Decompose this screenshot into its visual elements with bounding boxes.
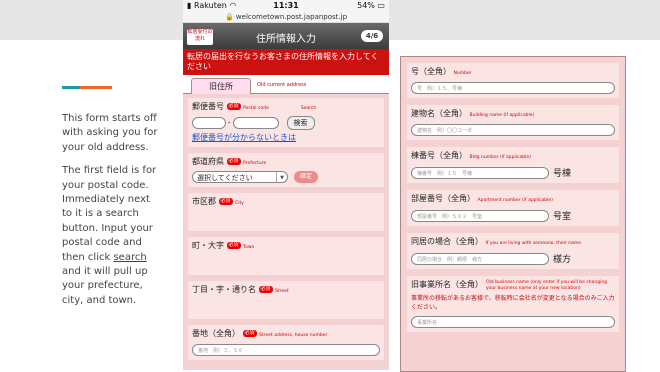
instruction-banner: 転居の届出を行なうお客さまの住所情報を入力してください [183, 49, 389, 75]
phone-screen-right: 号（全角） Number 号 例）１５、号棟 建物名（全角） Building … [400, 40, 626, 372]
building-label: 建物名（全角） [411, 109, 467, 118]
room-input[interactable]: 部屋番号 例）５０２ 号室 [411, 209, 549, 222]
postal-code-section: 郵便番号 必須 Postal code Search - 検索 郵便番号が分からな… [188, 98, 384, 147]
tab-old-address[interactable]: 旧住所 [191, 78, 251, 94]
url-text: welcometown.post.japanpost.jp [235, 13, 348, 21]
bldg-number-en: Bldg number (if applicable) [469, 155, 531, 160]
go-section: 号（全角） Number 号 例）１５、号棟 [407, 63, 619, 98]
postal-code-en: Postal code [243, 106, 269, 111]
narrative-text: This form starts off with asking you for… [62, 112, 162, 317]
required-badge: 必須 [226, 158, 241, 165]
required-badge: 必須 [226, 242, 241, 249]
old-address-form-continued: 号（全角） Number 号 例）１５、号棟 建物名（全角） Building … [400, 56, 626, 372]
banchi-label: 番地（全角） [192, 329, 240, 338]
street-label: 丁目・字・通り名 [192, 285, 256, 294]
town-en: Town [243, 245, 255, 250]
confirm-button[interactable]: 確定 [294, 171, 318, 183]
street-en: Street [275, 289, 289, 294]
building-section: 建物名（全角） Building name (if applicable) 建物… [407, 105, 619, 140]
care-of-suffix: 様方 [553, 255, 572, 265]
postal-code-field-2[interactable] [232, 117, 279, 129]
status-bar: ▮ Rakuten ◠ 11:31 54% ▭ [183, 0, 389, 12]
town-section: 町・大字 必須 Town [188, 237, 384, 275]
street-section: 丁目・字・通り名 必須 Street [188, 281, 384, 319]
narrative-paragraph-1: This form starts off with asking you for… [62, 113, 158, 153]
phone-screen-left: ▮ Rakuten ◠ 11:31 54% ▭ 🔒 welcometown.po… [183, 0, 389, 372]
required-badge: 必須 [258, 286, 273, 293]
care-of-label: 同居の場合（全角） [411, 237, 483, 246]
required-badge: 必須 [218, 198, 233, 205]
narrative-text-b: and it will pull up your prefecture, cit… [62, 266, 148, 306]
city-section: 市区郡 必須 City [188, 193, 384, 231]
page-title: 住所情報入力 [256, 34, 316, 45]
building-en: Building name (if applicable) [469, 113, 535, 118]
old-address-form: 郵便番号 必須 Postal code Search - 検索 郵便番号が分からな… [183, 93, 389, 370]
old-business-en: Old business name (only enter if you wil… [486, 280, 608, 291]
prefecture-section: 都道府県 必須 Prefecture 選択してください ▼ 確定 [188, 153, 384, 187]
postal-code-unknown-link[interactable]: 郵便番号が分からないときは [192, 132, 380, 143]
search-en-label: Search [300, 106, 317, 111]
old-business-section: 旧事業所名（全角） Old business name (only enter … [407, 276, 619, 332]
go-label: 号（全角） [411, 67, 451, 76]
prefecture-en: Prefecture [243, 161, 267, 166]
address-bar[interactable]: 🔒 welcometown.post.japanpost.jp [183, 12, 389, 23]
care-of-section: 同居の場合（全角） If you are living with someone… [407, 233, 619, 269]
bldg-number-suffix: 号棟 [553, 169, 572, 179]
battery-indicator: 54% ▭ [357, 1, 385, 10]
postal-code-field-1[interactable] [192, 117, 226, 129]
room-suffix: 号室 [553, 212, 572, 222]
go-input[interactable]: 号 例）１５、号棟 [411, 82, 615, 94]
town-label: 町・大字 [192, 241, 224, 250]
narrative-paragraph-2: The first field is for your postal code.… [62, 164, 162, 308]
tab-row: 旧住所 Old current address [183, 75, 389, 94]
banchi-section: 番地（全角） 必須 Street address, house number 番… [188, 325, 384, 360]
care-of-input[interactable]: 同居の場合 例）郵便 様方 [411, 252, 549, 265]
bldg-number-input[interactable]: 棟番号 例）１５ 号棟 [411, 166, 549, 179]
postal-code-label: 郵便番号 [192, 102, 224, 111]
banchi-input[interactable]: 番地 例）３、５６ [192, 344, 380, 356]
bldg-number-label: 棟番号（全角） [411, 151, 467, 160]
city-label: 市区郡 [192, 197, 216, 206]
old-business-input[interactable]: 事業所名 [411, 316, 615, 328]
search-keyword: search [113, 251, 147, 263]
narrative-text-a: The first field is for your postal code.… [62, 165, 157, 263]
city-en: City [235, 201, 244, 206]
step-indicator: 4/6 [361, 30, 383, 42]
required-badge: 必須 [226, 103, 241, 110]
page-header: 転居受付の流れ 住所情報入力 4/6 [183, 23, 389, 49]
banchi-en: Street address, house number [259, 333, 328, 338]
accent-bar [62, 86, 112, 89]
old-business-label: 旧事業所名（全角） [411, 280, 483, 289]
bldg-number-section: 棟番号（全角） Bldg number (if applicable) 棟番号 … [407, 147, 619, 183]
go-en: Number [453, 71, 472, 76]
room-label: 部屋番号（全角） [411, 194, 475, 203]
old-business-note: 事業所の移転があるお客様で、移転時に会社名が変更となる場合のみご入力ください。 [411, 295, 615, 311]
required-badge: 必須 [242, 330, 257, 337]
care-of-en: If you are living with someone, their na… [485, 241, 581, 246]
room-en: Apartment number (if applicable) [477, 198, 553, 203]
building-input[interactable]: 建物名 例）〇〇コーポ [411, 124, 615, 136]
prefecture-label: 都道府県 [192, 157, 224, 166]
tab-note: Old current address [257, 82, 307, 88]
room-section: 部屋番号（全角） Apartment number (if applicable… [407, 190, 619, 226]
search-button[interactable]: 検索 [286, 116, 315, 130]
chevron-down-icon: ▼ [276, 172, 287, 182]
prefecture-select[interactable]: 選択してください ▼ [192, 171, 288, 183]
